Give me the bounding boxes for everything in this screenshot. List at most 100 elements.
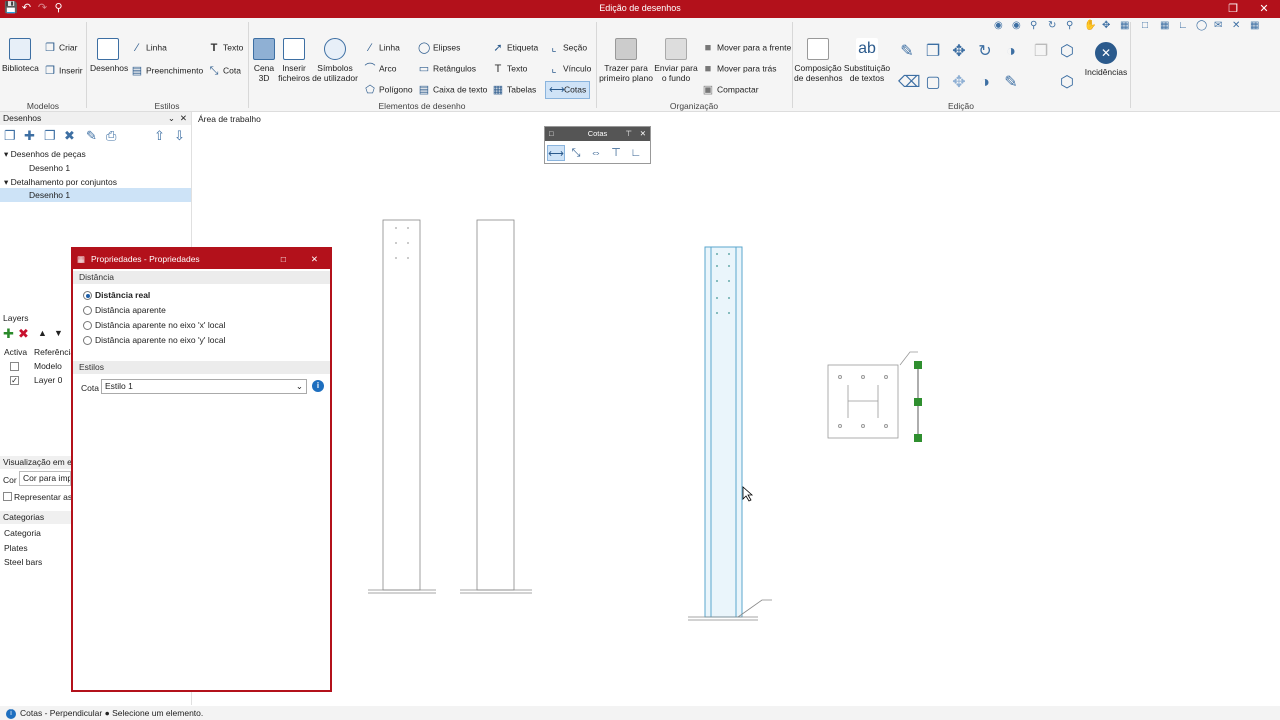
maximize-icon[interactable]: □ — [281, 249, 286, 269]
mirror-icon[interactable]: ◑ — [1002, 43, 1020, 61]
radio-distancia-real[interactable]: Distância real — [83, 289, 150, 301]
zoom-window-icon[interactable]: ◉ — [1012, 20, 1021, 31]
zoom-icon[interactable]: ⚲ — [1066, 20, 1073, 31]
pan-icon[interactable]: ✋ — [1084, 20, 1096, 31]
pin-icon[interactable]: ⊤ — [625, 127, 632, 141]
close-panel-icon[interactable]: ✕ — [180, 112, 187, 125]
refresh-icon[interactable]: ↻ — [1048, 20, 1056, 31]
move-down-icon[interactable]: ▼ — [54, 328, 63, 338]
arrow-down-icon[interactable]: ⇩ — [174, 128, 185, 144]
comment-icon[interactable]: ✉ — [1214, 20, 1222, 31]
close-tool-icon[interactable]: ✕ — [1232, 20, 1240, 31]
delete-icon[interactable]: ✖ — [64, 128, 75, 144]
etiqueta-button[interactable]: ➚ Etiqueta — [492, 42, 538, 54]
mover-tras-button[interactable]: ■ Mover para trás — [702, 63, 777, 75]
dim-baseline-icon[interactable]: ⊤ — [607, 145, 625, 161]
biblioteca-button[interactable]: Biblioteca — [2, 38, 39, 73]
texto-style-button[interactable]: T Texto — [208, 42, 244, 54]
duplicate-icon[interactable]: ❐ — [44, 128, 56, 144]
inserir-button[interactable]: ❐ Inserir — [44, 65, 83, 77]
texto-button[interactable]: T Texto — [492, 63, 528, 75]
tree-conjuntos[interactable]: ▾ Detalhamento por conjuntos — [4, 176, 117, 188]
dim-chain-icon[interactable]: ⇔ — [587, 145, 605, 161]
preenchimento-button[interactable]: ▤ Preenchimento — [131, 65, 203, 77]
radio-eixo-x[interactable]: Distância aparente no eixo 'x' local — [83, 319, 225, 331]
pencil-icon[interactable]: ✎ — [898, 43, 916, 61]
tree-item-selected[interactable]: Desenho 1 — [0, 188, 191, 202]
layer-name[interactable]: Modelo — [34, 360, 62, 372]
composicao-button[interactable]: Composição de desenhos — [794, 38, 843, 83]
categoria-item[interactable]: Plates — [4, 542, 28, 554]
delete-layer-icon[interactable]: ✖ — [18, 326, 29, 342]
add-layer-icon[interactable]: ✚ — [3, 326, 14, 342]
criar-button[interactable]: ❐ Criar — [44, 42, 77, 54]
copy-icon[interactable]: ❐ — [924, 43, 942, 61]
cota-select[interactable]: Estilo 1 ⌄ — [101, 379, 307, 394]
mover-frente-button[interactable]: ■ Mover para a frente — [702, 42, 792, 54]
restore-icon[interactable]: ❐ — [1226, 2, 1240, 16]
drawing-canvas[interactable] — [360, 210, 940, 670]
move-tool-icon[interactable]: ✥ — [950, 43, 968, 61]
substituicao-button[interactable]: ab Substituição de textos — [842, 38, 892, 83]
arco-button[interactable]: ⌒ Arco — [364, 63, 397, 75]
edit-icon[interactable]: ✎ — [86, 128, 97, 144]
box-icon[interactable]: ⬡ — [1058, 43, 1076, 61]
print-icon[interactable]: ⎙ — [106, 128, 116, 144]
stretch-icon[interactable]: ▢ — [924, 74, 942, 92]
new-drawing-icon[interactable]: ❐ — [4, 128, 16, 144]
radio-eixo-y[interactable]: Distância aparente no eixo 'y' local — [83, 334, 225, 346]
rotate-icon[interactable]: ↻ — [976, 43, 994, 61]
secao-button[interactable]: ⌞ Seção — [548, 42, 587, 54]
cena3d-button[interactable]: Cena 3D — [252, 38, 276, 83]
representar-checkbox[interactable] — [3, 492, 12, 501]
grid-icon[interactable]: ▦ — [1160, 20, 1169, 31]
trazer-button[interactable]: Trazer para primeiro plano — [598, 38, 654, 83]
close-icon[interactable]: ✕ — [311, 249, 318, 269]
categoria-item[interactable]: Steel bars — [4, 556, 42, 568]
arrow-up-icon[interactable]: ⇧ — [154, 128, 165, 144]
window-icon[interactable]: □ — [1142, 20, 1148, 31]
close-icon[interactable]: ✕ — [1257, 2, 1271, 16]
linha-button[interactable]: ∕ Linha — [364, 42, 400, 54]
dim-perpendicular-icon[interactable]: ⟷ — [547, 145, 565, 161]
compactar-button[interactable]: ▣ Compactar — [702, 84, 759, 96]
tabelas-button[interactable]: ▦ Tabelas — [492, 84, 537, 96]
angle-icon[interactable]: ∟ — [1178, 20, 1188, 31]
tree-item[interactable]: Desenho 1 — [29, 162, 70, 174]
move-up-icon[interactable]: ▲ — [38, 328, 47, 338]
circle-icon[interactable]: ◯ — [1196, 20, 1207, 31]
zoom-in-icon[interactable]: ⚲ — [1030, 20, 1037, 31]
simbolos-button[interactable]: Símbolos de utilizador — [312, 38, 358, 83]
cotas-button[interactable]: ⟷Cotas — [545, 81, 591, 99]
chevron-down-icon[interactable]: ⌄ — [168, 112, 175, 125]
layer-checkbox[interactable] — [10, 362, 19, 371]
caixa-texto-button[interactable]: ▤ Caixa de texto — [418, 84, 488, 96]
elipses-button[interactable]: ◯ Elipses — [418, 42, 460, 54]
linha-style-button[interactable]: ∕ Linha — [131, 42, 167, 54]
box2-icon[interactable]: ⬡ — [1058, 74, 1076, 92]
layer-checkbox-checked[interactable]: ✓ — [10, 376, 19, 385]
inserir-ficheiros-button[interactable]: Inserir ficheiros — [278, 38, 310, 83]
paint-icon[interactable]: ✎ — [1002, 74, 1020, 92]
close-icon[interactable]: ✕ — [640, 127, 646, 141]
enviar-button[interactable]: Enviar para o fundo — [654, 38, 698, 83]
select-icon[interactable]: ▦ — [1120, 20, 1129, 31]
incidencias-button[interactable]: ✕ Incidências — [1082, 42, 1130, 77]
dim-aligned-icon[interactable]: ⤡ — [567, 145, 585, 161]
radio-distancia-aparente[interactable]: Distância aparente — [83, 304, 166, 316]
cota-style-button[interactable]: ⤡ Cota — [208, 65, 241, 77]
scale-icon[interactable]: ✥ — [950, 74, 968, 92]
eraser-icon[interactable]: ⌫ — [898, 74, 921, 92]
info-icon[interactable]: i — [312, 380, 324, 392]
poligono-button[interactable]: ⬠ Polígono — [364, 84, 412, 96]
vinculo-button[interactable]: ⌞ Vínculo — [548, 63, 591, 75]
desenhos-button[interactable]: Desenhos — [90, 38, 128, 73]
categoria-item[interactable]: Categoria — [4, 527, 41, 539]
retangulos-button[interactable]: ▭ Retângulos — [418, 63, 476, 75]
dim-angle-icon[interactable]: ∟ — [627, 145, 645, 161]
layer-name[interactable]: Layer 0 — [34, 374, 62, 386]
cor-select[interactable]: Cor para impr — [19, 471, 71, 486]
grid2-icon[interactable]: ▦ — [1250, 20, 1259, 31]
mirror2-icon[interactable]: ◑ — [976, 74, 994, 92]
view-icon[interactable]: ◉ — [994, 20, 1003, 31]
